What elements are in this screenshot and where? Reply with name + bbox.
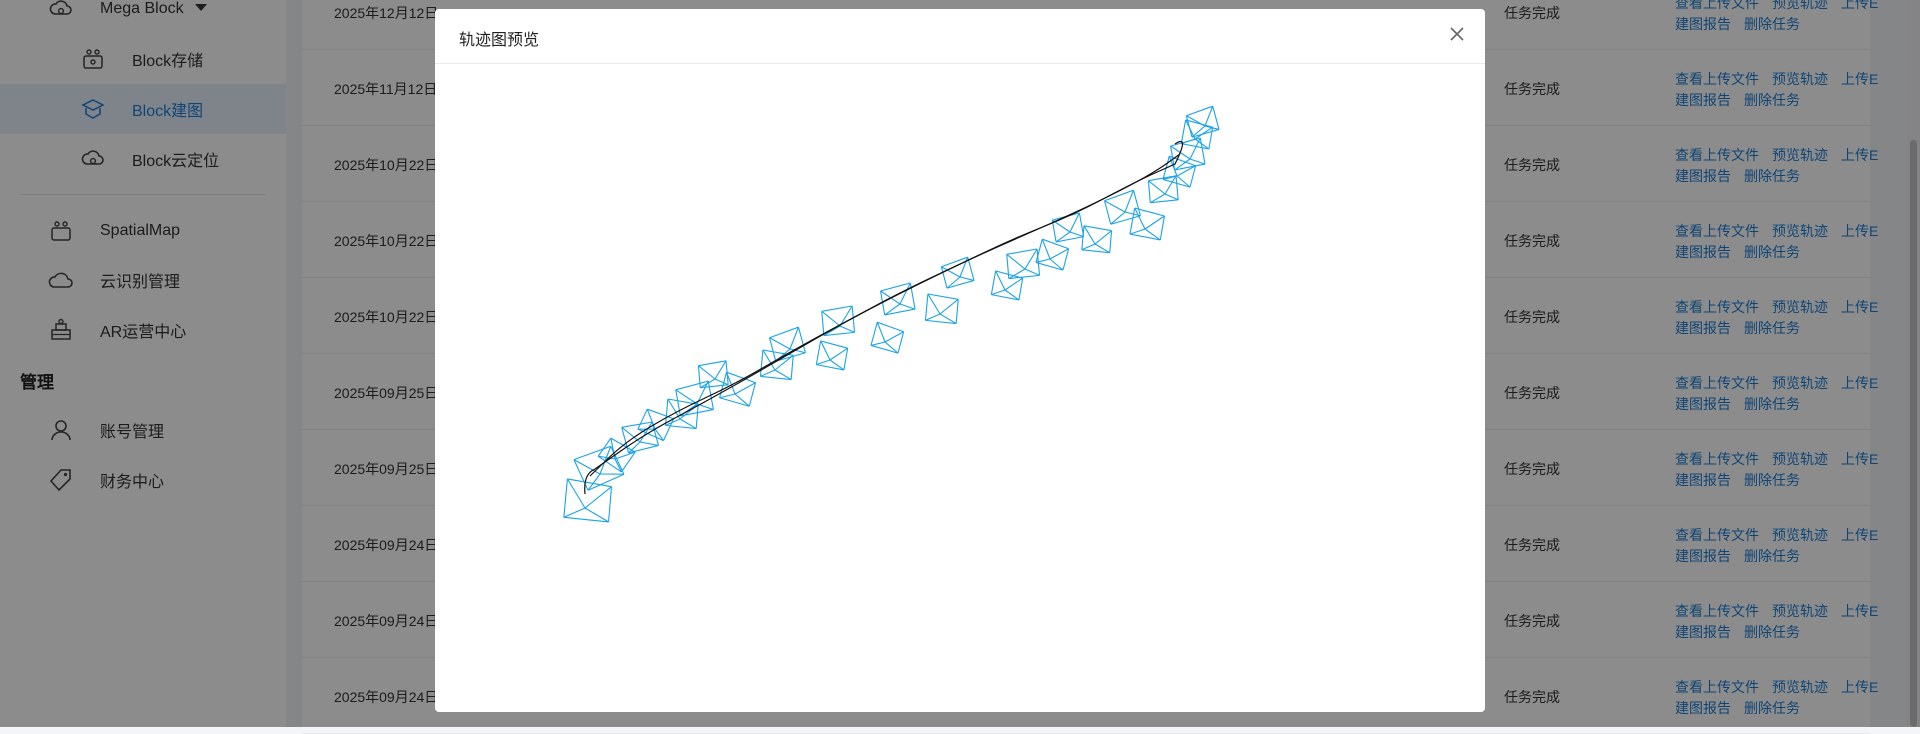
camera-frustum — [563, 478, 613, 523]
camera-frustum — [1051, 212, 1085, 243]
camera-frustum — [940, 256, 975, 289]
camera-frustum — [759, 349, 794, 381]
camera-frustum — [1129, 207, 1165, 241]
camera-frustum — [1147, 175, 1179, 204]
trajectory-path — [589, 140, 1184, 477]
close-button[interactable] — [1443, 22, 1471, 50]
trajectory-canvas — [563, 105, 1220, 523]
camera-frustum — [990, 270, 1024, 301]
camera-frustums — [563, 105, 1220, 523]
camera-frustum — [815, 340, 849, 371]
camera-frustum — [697, 360, 729, 389]
trajectory-preview-modal: 轨迹图预览 — [435, 9, 1485, 712]
camera-frustum — [1081, 225, 1113, 254]
modal-title: 轨迹图预览 — [459, 32, 540, 49]
camera-frustum — [719, 371, 757, 407]
camera-frustum — [1035, 238, 1070, 271]
camera-frustum — [1006, 248, 1041, 280]
camera-frustum — [924, 293, 959, 325]
modal-header: 轨迹图预览 — [435, 9, 1485, 64]
camera-frustum — [870, 321, 905, 354]
close-icon — [1449, 26, 1465, 47]
camera-frustum — [1162, 155, 1197, 188]
camera-frustum — [1185, 105, 1220, 138]
